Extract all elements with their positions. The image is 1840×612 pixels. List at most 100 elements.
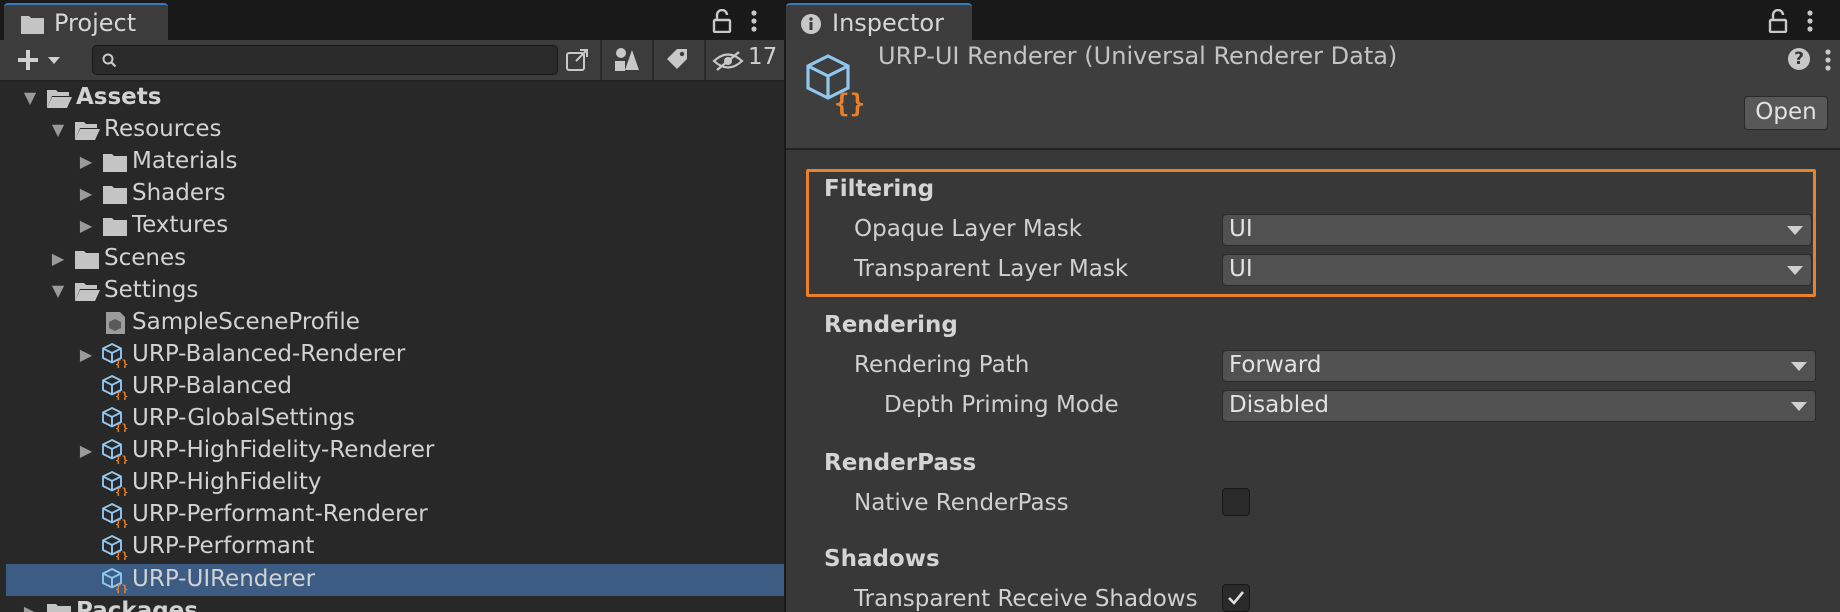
native-renderpass-label: Native RenderPass <box>854 490 1069 516</box>
tree-item-scenes[interactable]: ▶ Scenes <box>6 243 784 275</box>
depth-priming-mode-dropdown[interactable]: Disabled <box>1222 390 1816 422</box>
section-shadows-title: Shadows <box>824 546 940 572</box>
expand-arrow-down-icon[interactable]: ▼ <box>46 279 70 303</box>
tree-item-label: URP-HighFidelity <box>132 469 322 496</box>
renderer-data-icon: {} <box>102 567 128 593</box>
renderer-data-icon: {} <box>102 471 128 497</box>
tree-item-materials[interactable]: ▶ Materials <box>6 146 784 178</box>
tree-item-urp-uirenderer[interactable]: {} URP-UIRenderer <box>6 563 784 596</box>
tree-item-urp-balanced[interactable]: {} URP-Balanced <box>6 371 784 403</box>
tree-item-urp-highfidelity[interactable]: {} URP-HighFidelity <box>6 467 784 499</box>
checkmark-icon <box>1228 591 1245 605</box>
hidden-packages-eye-icon[interactable] <box>712 50 744 72</box>
tree-item-label: Settings <box>104 276 199 303</box>
project-asset-tree: ▼ Assets ▼ Resources ▶ Materials ▶ Shaders ▶ Text… <box>0 82 784 612</box>
native-renderpass-checkbox[interactable] <box>1222 488 1250 516</box>
tree-item-packages[interactable]: ▶ Packages <box>6 596 784 612</box>
svg-text:{}: {} <box>115 389 128 400</box>
tab-inspector[interactable]: Inspector <box>786 3 972 40</box>
rendering-path-dropdown[interactable]: Forward <box>1222 350 1816 382</box>
tree-item-label: Shaders <box>132 180 226 207</box>
filter-by-type-icon[interactable] <box>612 46 640 74</box>
kebab-menu-icon[interactable] <box>1806 9 1814 33</box>
expand-arrow-right-icon[interactable]: ▶ <box>74 343 98 367</box>
renderer-data-icon: {} <box>102 406 128 432</box>
tab-project[interactable]: Project <box>4 3 168 40</box>
tree-item-label: URP-HighFidelity-Renderer <box>132 437 435 464</box>
chevron-down-icon <box>1787 266 1803 275</box>
add-create-icon[interactable] <box>16 48 66 72</box>
tree-item-label: URP-Performant-Renderer <box>132 501 428 528</box>
tree-item-shaders[interactable]: ▶ Shaders <box>6 178 784 210</box>
expand-arrow-down-icon[interactable]: ▼ <box>18 86 42 110</box>
expand-arrow-down-icon[interactable]: ▼ <box>46 118 70 142</box>
tree-item-settings[interactable]: ▼ Settings <box>6 275 784 307</box>
chevron-down-icon <box>1791 362 1807 371</box>
chevron-down-icon <box>1787 226 1803 235</box>
search-input[interactable] <box>92 45 558 75</box>
tree-item-urp-highfidelity-renderer[interactable]: ▶ {} URP-HighFidelity-Renderer <box>6 435 784 467</box>
opaque-layer-mask-label: Opaque Layer Mask <box>854 216 1083 242</box>
expand-arrow-right-icon[interactable]: ▶ <box>74 439 98 463</box>
tree-item-urp-balanced-renderer[interactable]: ▶ {} URP-Balanced-Renderer <box>6 339 784 371</box>
transparent-layer-mask-dropdown[interactable]: UI <box>1222 254 1812 286</box>
tree-item-label: URP-Balanced <box>132 372 292 399</box>
tree-item-textures[interactable]: ▶ Textures <box>6 210 784 242</box>
lock-icon[interactable] <box>712 9 732 33</box>
asset-title: URP-UI Renderer (Universal Renderer Data… <box>878 42 1398 70</box>
toolbar-divider <box>652 40 654 80</box>
renderer-data-icon: {} <box>102 439 128 465</box>
svg-text:{}: {} <box>115 550 128 561</box>
inspector-tab-bar: Inspector <box>786 0 1840 40</box>
opaque-layer-mask-value: UI <box>1229 216 1253 242</box>
tree-item-label: URP-UIRenderer <box>132 565 316 592</box>
rendering-path-value: Forward <box>1229 352 1322 378</box>
transparent-layer-mask-label: Transparent Layer Mask <box>854 256 1129 282</box>
open-button[interactable]: Open <box>1744 96 1828 130</box>
tree-item-urp-performant[interactable]: {} URP-Performant <box>6 531 784 563</box>
folder-icon <box>103 154 127 173</box>
depth-priming-mode-value: Disabled <box>1229 392 1329 418</box>
expand-arrow-right-icon[interactable]: ▶ <box>74 182 98 206</box>
tree-item-assets[interactable]: ▼ Assets <box>6 82 784 114</box>
tree-item-label: Resources <box>104 116 222 143</box>
renderer-data-icon: {} <box>102 342 128 368</box>
svg-text:{}: {} <box>115 357 128 368</box>
depth-priming-mode-label: Depth Priming Mode <box>884 392 1119 418</box>
expand-arrow-right-icon[interactable]: ▶ <box>74 150 98 174</box>
project-toolbar: 17 <box>0 40 784 82</box>
help-icon[interactable]: ? <box>1788 48 1810 70</box>
svg-text:{}: {} <box>115 518 128 529</box>
hidden-packages-count: 17 <box>748 44 778 70</box>
svg-text:{}: {} <box>115 422 128 433</box>
project-panel: Project 17 ▼ Assets ▼ Resources ▶ Materi… <box>0 0 784 612</box>
unity-editor-window: Project 17 ▼ Assets ▼ Resources ▶ Materi… <box>0 0 1840 612</box>
lock-icon[interactable] <box>1768 9 1788 33</box>
tree-item-label: Materials <box>132 148 238 175</box>
renderer-data-icon: {} <box>102 535 128 561</box>
expand-arrow-right-icon[interactable]: ▶ <box>74 214 98 238</box>
svg-text:{}: {} <box>115 486 128 497</box>
folder-open-icon <box>47 90 72 108</box>
rendering-path-label: Rendering Path <box>854 352 1030 378</box>
section-rendering-title: Rendering <box>824 312 958 338</box>
chevron-down-icon <box>1791 402 1807 411</box>
kebab-menu-icon[interactable] <box>750 9 758 33</box>
tree-item-samplesceneprofile[interactable]: SampleSceneProfile <box>6 307 784 339</box>
expand-arrow-right-icon[interactable]: ▶ <box>18 600 42 612</box>
tree-item-urp-globalsettings[interactable]: {} URP-GlobalSettings <box>6 403 784 435</box>
svg-text:{}: {} <box>115 582 128 593</box>
transparent-receive-shadows-checkbox[interactable] <box>1222 584 1250 612</box>
expand-arrow-right-icon[interactable]: ▶ <box>46 247 70 271</box>
folder-open-icon <box>75 282 100 301</box>
component-menu-icon[interactable] <box>1824 48 1832 72</box>
filter-by-label-tag-icon[interactable] <box>664 47 690 73</box>
tree-item-resources[interactable]: ▼ Resources <box>6 114 784 146</box>
opaque-layer-mask-dropdown[interactable]: UI <box>1222 214 1812 246</box>
svg-text:{}: {} <box>115 454 128 465</box>
tree-item-urp-performant-renderer[interactable]: {} URP-Performant-Renderer <box>6 499 784 531</box>
renderer-data-icon: {} <box>102 374 128 400</box>
search-by-type-window-icon[interactable] <box>564 47 590 73</box>
volume-profile-icon <box>106 311 125 334</box>
folder-icon <box>75 250 99 269</box>
